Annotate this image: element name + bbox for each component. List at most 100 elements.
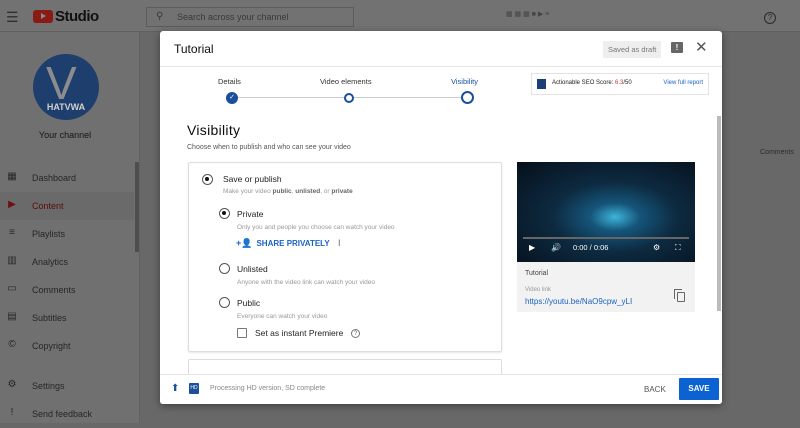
public-label: Public — [237, 298, 261, 308]
video-progress-bar[interactable] — [523, 237, 689, 239]
private-radio[interactable] — [219, 208, 230, 219]
sidebar-item-copyright[interactable]: © Copyright — [0, 332, 134, 360]
sidebar-item-label: Comments — [32, 285, 76, 295]
youtube-logo-icon[interactable] — [33, 10, 53, 23]
search-icon: ⚲ — [156, 11, 164, 22]
add-person-icon: +👤 — [236, 238, 253, 248]
dialog-scrollbar[interactable] — [717, 116, 721, 311]
sidebar-item-comments[interactable]: ▭ Comments — [0, 276, 134, 304]
dashboard-icon: ▦ — [7, 171, 17, 182]
step-circle-icon[interactable] — [344, 93, 354, 103]
video-link[interactable]: https://youtu.be/NaO9cpw_yLI — [525, 297, 632, 306]
sidebar-item-subtitles[interactable]: ▤ Subtitles — [0, 304, 134, 332]
sidebar-item-content[interactable]: ▶ Content — [0, 192, 134, 220]
unlisted-desc: Anyone with the video link can watch you… — [237, 279, 376, 286]
desc-public: public — [272, 188, 292, 195]
search-input[interactable]: ⚲ Search across your channel — [146, 7, 354, 27]
save-or-publish-label: Save or publish — [223, 174, 282, 184]
sidebar-item-label: Copyright — [32, 341, 71, 351]
sidebar-item-dashboard[interactable]: ▦ Dashboard — [0, 164, 134, 192]
avatar-text: HATVWA — [46, 102, 86, 112]
help-icon[interactable]: ? — [764, 12, 776, 24]
top-bar: ☰ Studio ⚲ Search across your channel ▦ ▦… — [0, 0, 800, 32]
extension-icons[interactable]: ▦ ▦ ▦ ■ ▶ ≡ — [506, 10, 549, 18]
sidebar-item-label: Dashboard — [32, 173, 77, 183]
seo-extension-icon — [537, 79, 546, 89]
sidebar-item-label: Analytics — [32, 257, 69, 267]
sidebar-scrollbar[interactable] — [135, 162, 139, 252]
desc-text: Make your video — [223, 188, 273, 195]
sidebar-item-label: Playlists — [32, 229, 66, 239]
back-button[interactable]: BACK — [644, 385, 666, 394]
settings-icon: ⚙ — [7, 379, 17, 390]
desc-unlisted: unlisted — [295, 188, 321, 195]
search-placeholder: Search across your channel — [177, 12, 289, 22]
volume-icon[interactable]: 🔊 — [551, 243, 561, 252]
comments-icon: ▭ — [7, 283, 17, 294]
share-privately-label: SHARE PRIVATELY — [256, 239, 330, 248]
private-label: Private — [237, 209, 264, 219]
seo-score-panel: Actionable SEO Score: 6.3/50 View full r… — [531, 73, 709, 95]
copy-icon[interactable] — [674, 289, 685, 302]
step-details[interactable]: Details — [218, 77, 241, 86]
unlisted-radio[interactable] — [219, 263, 230, 274]
sidebar-item-send-feedback[interactable]: ! Send feedback — [0, 400, 134, 428]
instant-premiere-checkbox[interactable] — [237, 328, 247, 338]
step-circle-icon[interactable] — [461, 91, 474, 104]
your-channel-label: Your channel — [38, 130, 92, 140]
save-or-publish-panel: Save or publish Make your video public, … — [188, 162, 502, 352]
upload-icon: ⬆ — [171, 383, 180, 394]
visibility-subheading: Choose when to publish and who can see y… — [187, 144, 351, 151]
video-time: 0:00 / 0:06 — [573, 243, 609, 252]
video-link-label: Video link — [525, 287, 551, 293]
feedback-icon: ! — [10, 407, 14, 418]
step-visibility[interactable]: Visibility — [451, 77, 478, 86]
sidebar-item-settings[interactable]: ⚙ Settings — [0, 372, 134, 400]
menu-icon[interactable]: ☰ — [6, 9, 19, 26]
save-or-publish-desc: Make your video public, unlisted, or pri… — [223, 188, 353, 195]
private-desc: Only you and people you choose can watch… — [237, 224, 395, 231]
sidebar-item-label: Settings — [32, 381, 65, 391]
sidebar-item-label: Content — [32, 201, 64, 211]
dialog-header: Tutorial Saved as draft ! ✕ — [160, 31, 722, 67]
sidebar-item-label: Subtitles — [32, 313, 67, 323]
hd-badge-icon: HD — [189, 383, 199, 394]
sidebar-item-label: Send feedback — [32, 409, 93, 419]
dialog-footer: ⬆ HD Processing HD version, SD complete … — [160, 374, 722, 404]
copyright-icon: © — [8, 339, 16, 350]
public-radio[interactable] — [219, 297, 230, 308]
fullscreen-icon[interactable]: ⛶ — [675, 243, 681, 253]
video-preview-card: ▶ 🔊 0:00 / 0:06 ⚙ ⛶ Tutorial Video link … — [517, 162, 695, 312]
save-or-publish-radio[interactable] — [202, 174, 213, 185]
visibility-heading: Visibility — [187, 122, 241, 138]
feedback-icon[interactable]: ! — [671, 42, 683, 53]
desc-sep: , or — [320, 188, 332, 195]
processing-status: Processing HD version, SD complete — [210, 385, 326, 392]
seo-max: /50 — [623, 80, 632, 86]
close-icon[interactable]: ✕ — [695, 38, 708, 56]
sidebar-item-playlists[interactable]: ≡ Playlists — [0, 220, 134, 248]
share-privately-button[interactable]: +👤 SHARE PRIVATELY — [236, 238, 330, 249]
sidebar: HATVWA Your channel ▦Dashboard ▶Content … — [0, 32, 140, 423]
text-cursor-icon: I — [338, 238, 341, 248]
desc-private: private — [331, 188, 353, 195]
step-video-elements[interactable]: Video elements — [320, 77, 372, 86]
unlisted-label: Unlisted — [237, 264, 268, 274]
sidebar-item-analytics[interactable]: ▥ Analytics — [0, 248, 134, 276]
saved-as-draft-badge: Saved as draft — [603, 41, 662, 58]
view-full-report-link[interactable]: View full report — [663, 80, 703, 86]
public-desc: Everyone can watch your video — [237, 313, 328, 320]
video-player[interactable]: ▶ 🔊 0:00 / 0:06 ⚙ ⛶ — [517, 162, 695, 262]
dialog-title: Tutorial — [174, 42, 214, 56]
help-icon[interactable]: ? — [351, 329, 360, 338]
channel-avatar[interactable]: HATVWA — [33, 54, 99, 120]
settings-icon[interactable]: ⚙ — [653, 243, 660, 252]
studio-logo-text: Studio — [55, 8, 99, 25]
check-icon[interactable]: ✓ — [226, 92, 238, 104]
play-icon[interactable]: ▶ — [529, 243, 535, 252]
analytics-icon: ▥ — [7, 255, 17, 266]
content-icon: ▶ — [8, 199, 16, 210]
subtitles-icon: ▤ — [7, 311, 17, 322]
save-button[interactable]: SAVE — [679, 378, 719, 400]
column-header-comments: Comments — [760, 149, 794, 156]
